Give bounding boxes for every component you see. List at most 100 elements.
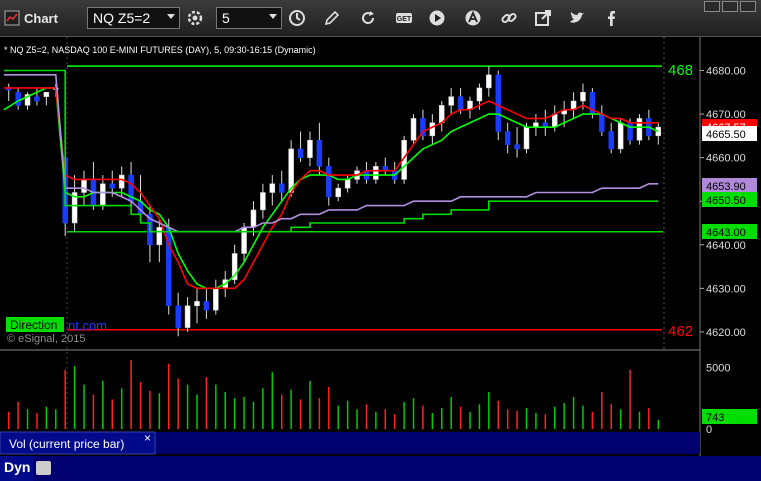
volume-bar xyxy=(92,394,95,429)
candle-body xyxy=(203,301,210,311)
candle-body xyxy=(580,92,586,102)
volume-bar xyxy=(488,392,490,429)
volume-bar xyxy=(356,409,358,429)
volume-bar xyxy=(196,394,198,429)
candle-body xyxy=(34,96,40,102)
chevron-down-icon[interactable] xyxy=(167,14,175,19)
volume-bar xyxy=(215,384,217,429)
volume-bar xyxy=(553,406,556,429)
share-icon xyxy=(535,10,551,26)
volume-bar xyxy=(224,392,226,429)
candle-body xyxy=(523,126,530,150)
candle-body xyxy=(109,183,116,189)
volume-bar xyxy=(318,398,321,429)
y-tick-label: 4660.00 xyxy=(706,153,746,165)
volume-bar xyxy=(83,384,85,429)
candle-body xyxy=(118,174,125,189)
close-icon[interactable]: × xyxy=(144,431,151,445)
facebook-button[interactable] xyxy=(599,6,625,30)
candle-body xyxy=(43,92,50,97)
twitter-button[interactable] xyxy=(564,6,590,30)
candle-body xyxy=(184,305,191,328)
volume-bar xyxy=(17,401,19,429)
interval-input[interactable]: 5 xyxy=(216,7,282,29)
volume-bar xyxy=(506,409,509,429)
lock-icon[interactable] xyxy=(36,461,51,475)
candle-body xyxy=(429,122,436,137)
volume-bar xyxy=(441,408,443,429)
price-badge-label: 4643.00 xyxy=(706,227,746,239)
candle-body xyxy=(213,288,219,311)
volume-badge-label: 743 xyxy=(706,412,724,424)
candle-body xyxy=(373,166,379,180)
link-button[interactable] xyxy=(496,6,522,30)
volume-bar xyxy=(233,398,236,429)
volume-bar xyxy=(657,419,660,429)
play-icon xyxy=(429,10,445,26)
candle-body xyxy=(495,74,501,132)
chart-title-label: Chart xyxy=(24,10,58,26)
close-button[interactable] xyxy=(740,1,756,12)
refresh-button[interactable] xyxy=(355,6,381,30)
volume-bar xyxy=(375,411,377,429)
price-chart[interactable]: 4680.004670.004660.004650.004640.004630.… xyxy=(0,37,761,481)
symbol-input[interactable]: NQ Z5=2 xyxy=(87,7,180,29)
volume-bar xyxy=(64,369,66,429)
pencil-icon xyxy=(324,10,340,26)
svg-text:GET: GET xyxy=(397,16,412,23)
candle-body xyxy=(307,139,313,158)
volume-bar xyxy=(403,401,405,429)
facebook-icon xyxy=(608,11,615,26)
settings-button[interactable] xyxy=(182,6,208,30)
candle-body xyxy=(448,96,454,106)
candle-body xyxy=(457,96,464,110)
volume-bar xyxy=(648,408,650,429)
time-button[interactable] xyxy=(284,6,310,30)
settings-icon xyxy=(187,10,203,26)
y-tick-label: 4680.00 xyxy=(706,66,746,78)
symbol-value: NQ Z5=2 xyxy=(93,10,151,26)
volume-bar xyxy=(139,382,142,429)
price-badge-label: 4665.50 xyxy=(706,129,746,141)
volume-tick-label: 0 xyxy=(706,424,712,436)
volume-tick-label: 5000 xyxy=(706,362,730,374)
chevron-down-icon[interactable] xyxy=(269,14,277,19)
volume-bar xyxy=(337,405,339,429)
volume-bar xyxy=(130,359,132,429)
candle-body xyxy=(250,209,257,228)
volume-bar xyxy=(328,387,330,429)
maximize-button[interactable] xyxy=(722,1,738,12)
volume-bar xyxy=(478,404,481,429)
candle-body xyxy=(599,113,605,132)
link-icon xyxy=(501,12,517,24)
candle-body xyxy=(410,118,417,141)
candle-body xyxy=(15,92,21,106)
volume-bar xyxy=(459,406,462,429)
volume-bar xyxy=(563,403,565,429)
play-button[interactable] xyxy=(424,6,450,30)
candle-body xyxy=(636,118,643,141)
volume-bar xyxy=(7,411,10,429)
copyright-text: © eSignal, 2015 xyxy=(7,333,85,345)
chart-area[interactable]: 4680.004670.004660.004650.004640.004630.… xyxy=(0,37,761,481)
clock-icon xyxy=(289,10,305,26)
volume-bar xyxy=(610,404,612,429)
toolbar: Chart NQ Z5=2 5 GET xyxy=(0,0,761,37)
candle-body xyxy=(617,122,624,150)
volume-bar xyxy=(629,369,631,429)
candle-body xyxy=(100,183,106,206)
volume-bar xyxy=(26,409,29,429)
draw-button[interactable] xyxy=(319,6,345,30)
volume-bar xyxy=(309,380,311,429)
volume-bar xyxy=(450,396,452,429)
get-button[interactable]: GET xyxy=(391,6,417,30)
volume-bar xyxy=(168,363,170,429)
candle-body xyxy=(514,144,520,150)
price-badge-label: 4653.90 xyxy=(706,181,746,193)
volume-bar xyxy=(186,384,189,429)
scan-button[interactable] xyxy=(460,6,486,30)
volume-label: Vol (current price bar) xyxy=(9,437,124,451)
share-button[interactable] xyxy=(530,6,556,30)
minimize-button[interactable] xyxy=(704,1,720,12)
volume-bar xyxy=(365,404,368,429)
